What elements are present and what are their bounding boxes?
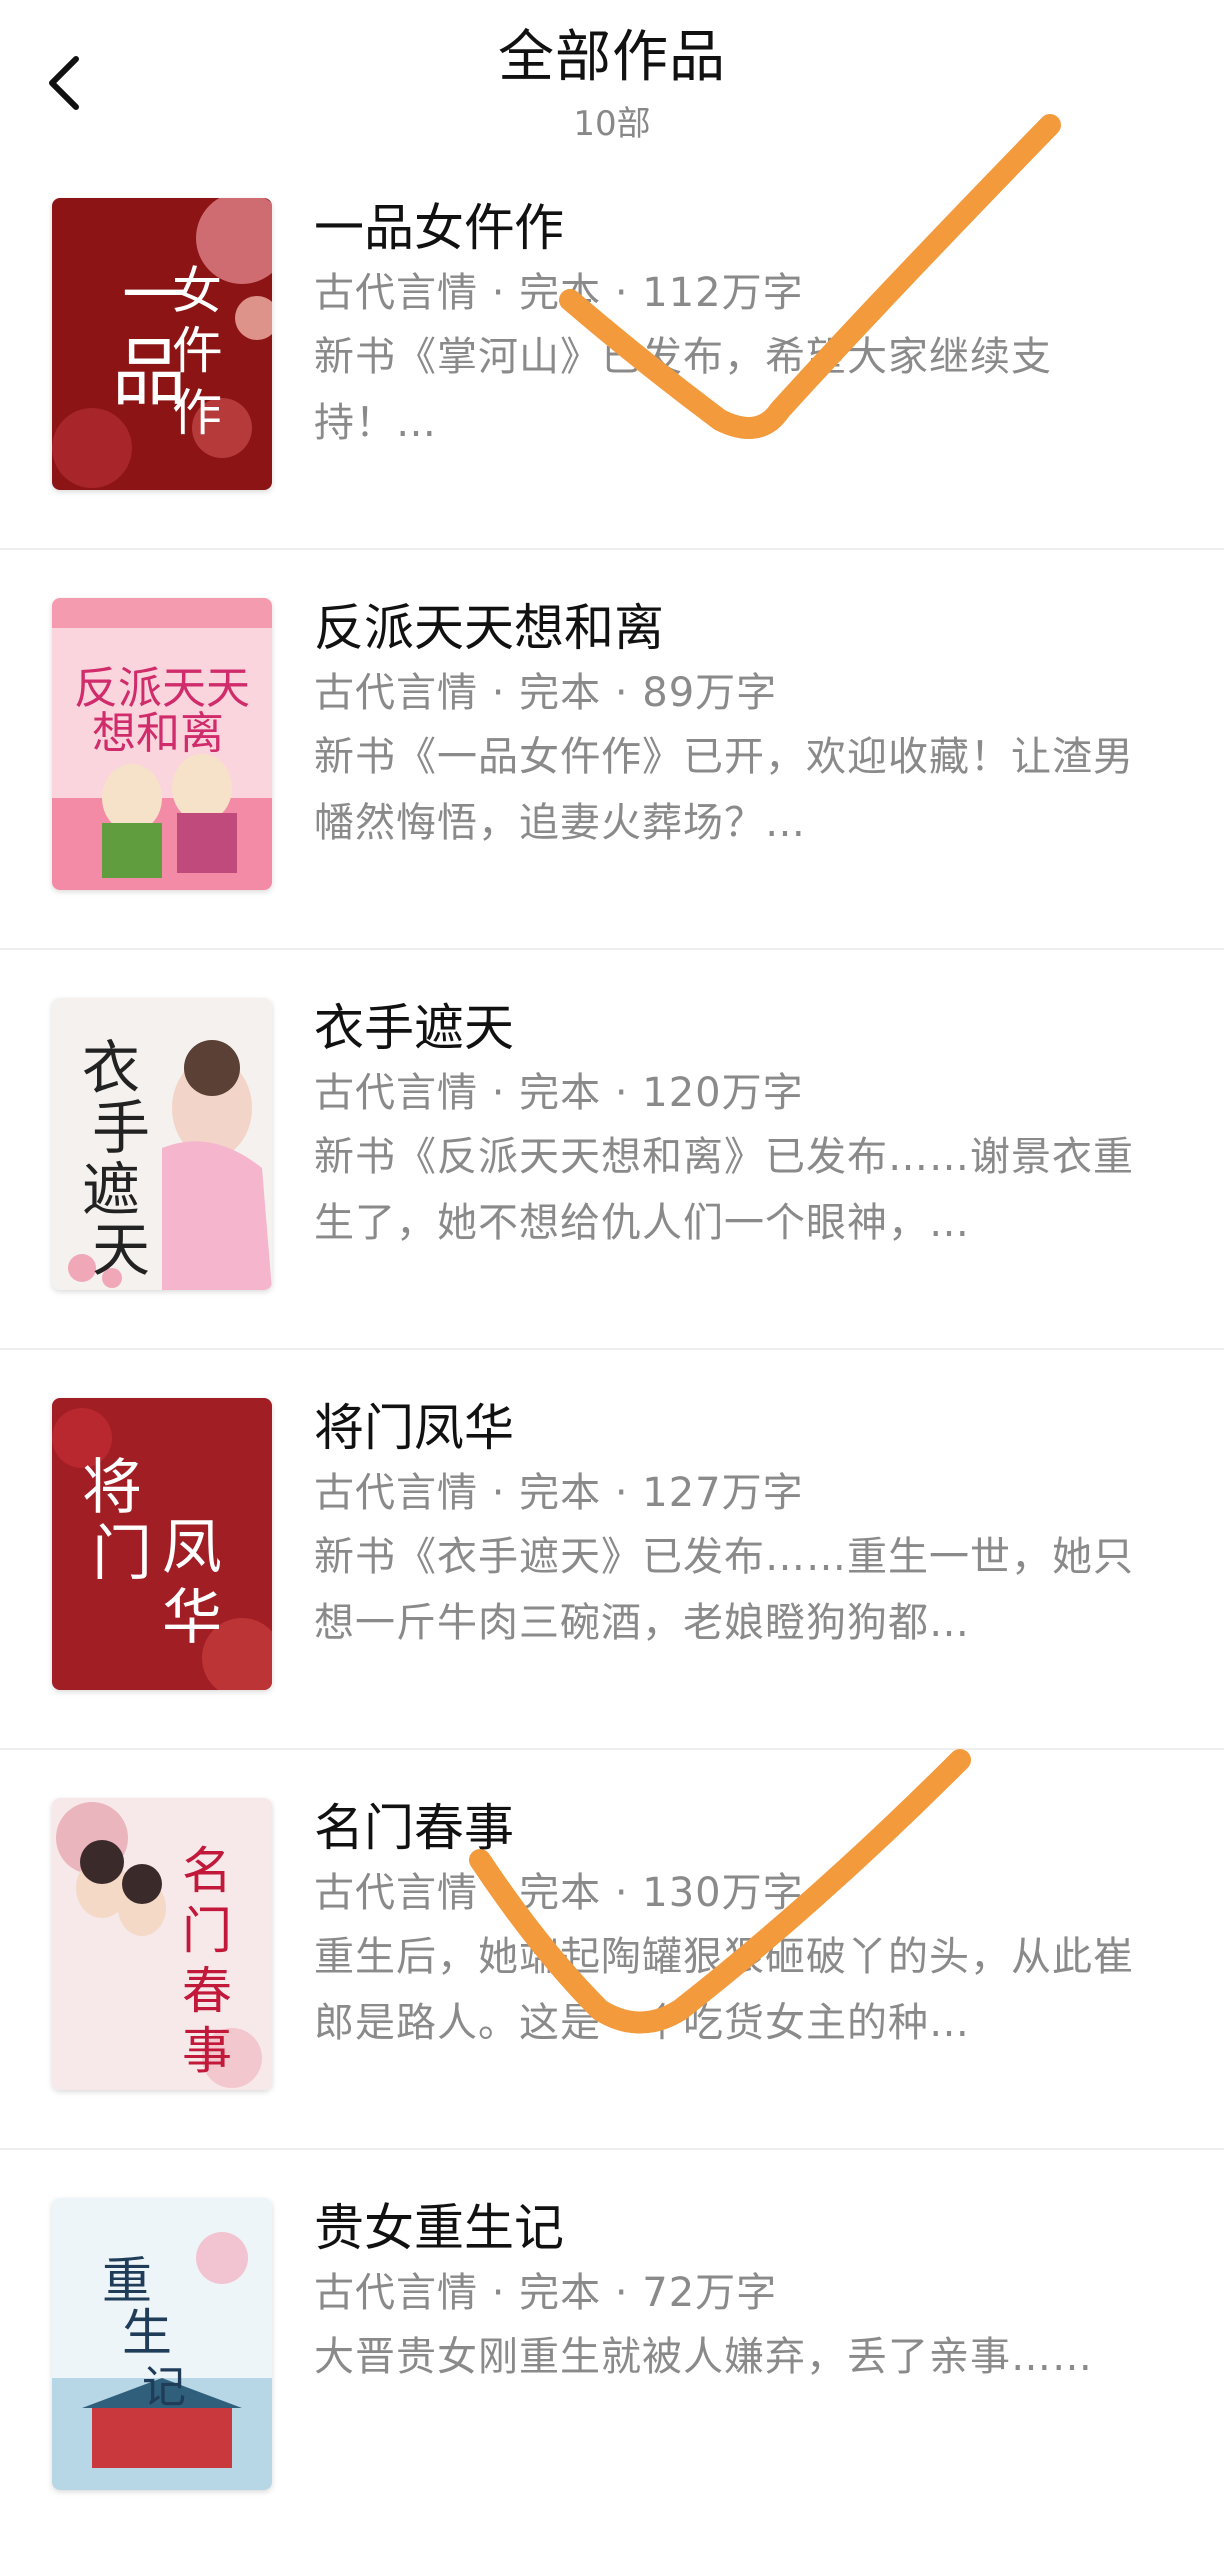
book-info: 名门春事 古代言情 · 完本 · 130万字 重生后，她端起陶罐狠狠砸破丫的头，… [314,1798,1194,2056]
svg-text:华: 华 [162,1583,222,1653]
svg-text:遮: 遮 [82,1156,140,1224]
book-title[interactable]: 名门春事 [314,1798,1194,1858]
book-title[interactable]: 将门凤华 [314,1398,1194,1458]
book-cover[interactable]: 衣 手 遮 天 [52,998,272,1290]
svg-text:重: 重 [102,2252,152,2310]
svg-text:反派天天: 反派天天 [74,663,250,714]
book-cover[interactable]: 一 品 女 仵 作 [52,198,272,490]
svg-text:事: 事 [182,2022,232,2080]
book-meta: 古代言情 · 完本 · 112万字 [314,270,804,316]
svg-text:春: 春 [182,1962,232,2020]
book-cover[interactable]: 反派天天 想和离 [52,598,272,890]
book-item[interactable]: 反派天天 想和离 反派天天想和离 古代言情 · 完本 · 89万字 新书《一品女… [0,550,1224,950]
book-title[interactable]: 衣手遮天 [314,998,1194,1058]
book-title[interactable]: 一品女仵作 [314,198,1194,258]
book-info: 一品女仵作 古代言情 · 完本 · 112万字 新书《掌河山》已发布，希望大家继… [314,198,1194,456]
book-description: 新书《掌河山》已发布，希望大家继续支持！… [314,334,1052,446]
svg-text:生: 生 [122,2304,172,2362]
book-description: 新书《一品女仵作》已开，欢迎收藏！让渣男幡然悔悟，追妻火葬场？… [314,734,1134,846]
book-item[interactable]: 一 品 女 仵 作 一品女仵作 古代言情 · 完本 · 112万字 新书《掌河山… [0,150,1224,550]
svg-text:仵: 仵 [172,322,222,380]
svg-text:天: 天 [92,1216,150,1284]
book-meta: 古代言情 · 完本 · 130万字 [314,1870,804,1916]
svg-text:手: 手 [92,1094,150,1162]
book-item[interactable]: 衣 手 遮 天 衣手遮天 古代言情 · 完本 · 120万字 新书《反派天天想和… [0,950,1224,1350]
book-cover[interactable]: 重 生 记 [52,2198,272,2490]
page-title: 全部作品 [498,25,726,90]
book-description: 新书《反派天天想和离》已发布……谢景衣重生了，她不想给仇人们一个眼神，… [314,1134,1134,1246]
book-info: 衣手遮天 古代言情 · 完本 · 120万字 新书《反派天天想和离》已发布……谢… [314,998,1194,1256]
book-info: 反派天天想和离 古代言情 · 完本 · 89万字 新书《一品女仵作》已开，欢迎收… [314,598,1194,856]
book-title[interactable]: 贵女重生记 [314,2198,1194,2258]
svg-text:女: 女 [172,262,222,320]
svg-text:想和离: 想和离 [92,708,224,759]
book-info: 将门凤华 古代言情 · 完本 · 127万字 新书《衣手遮天》已发布……重生一世… [314,1398,1194,1656]
book-description: 重生后，她端起陶罐狠狠砸破丫的头，从此崔郎是路人。这是一个吃货女主的种… [314,1934,1134,2046]
book-meta: 古代言情 · 完本 · 127万字 [314,1470,804,1516]
svg-text:衣: 衣 [82,1034,140,1102]
svg-text:凤: 凤 [162,1513,222,1583]
svg-text:门: 门 [92,1519,152,1589]
svg-text:将: 将 [82,1453,142,1523]
book-item[interactable]: 将 门 凤 华 将门凤华 古代言情 · 完本 · 127万字 新书《衣手遮天》已… [0,1350,1224,1750]
work-count: 10部 [573,104,651,144]
book-meta: 古代言情 · 完本 · 89万字 [314,670,778,716]
book-description: 大晋贵女刚重生就被人嫌弃，丢了亲事…… [314,2334,1093,2380]
book-item[interactable]: 名 门 春 事 名门春事 古代言情 · 完本 · 130万字 重生后，她端起陶罐… [0,1750,1224,2150]
book-meta: 古代言情 · 完本 · 72万字 [314,2270,778,2316]
svg-text:记: 记 [142,2362,186,2413]
book-title[interactable]: 反派天天想和离 [314,598,1194,658]
svg-text:名: 名 [182,1842,232,1900]
book-item[interactable]: 重 生 记 贵女重生记 古代言情 · 完本 · 72万字 大晋贵女刚重生就被人嫌… [0,2150,1224,2550]
svg-text:门: 门 [182,1902,232,1960]
svg-text:作: 作 [172,384,222,442]
book-meta: 古代言情 · 完本 · 120万字 [314,1070,804,1116]
book-description: 新书《衣手遮天》已发布……重生一世，她只想一斤牛肉三碗酒，老娘瞪狗狗都… [314,1534,1134,1646]
book-cover[interactable]: 将 门 凤 华 [52,1398,272,1690]
book-cover[interactable]: 名 门 春 事 [52,1798,272,2090]
book-info: 贵女重生记 古代言情 · 完本 · 72万字 大晋贵女刚重生就被人嫌弃，丢了亲事… [314,2198,1194,2390]
